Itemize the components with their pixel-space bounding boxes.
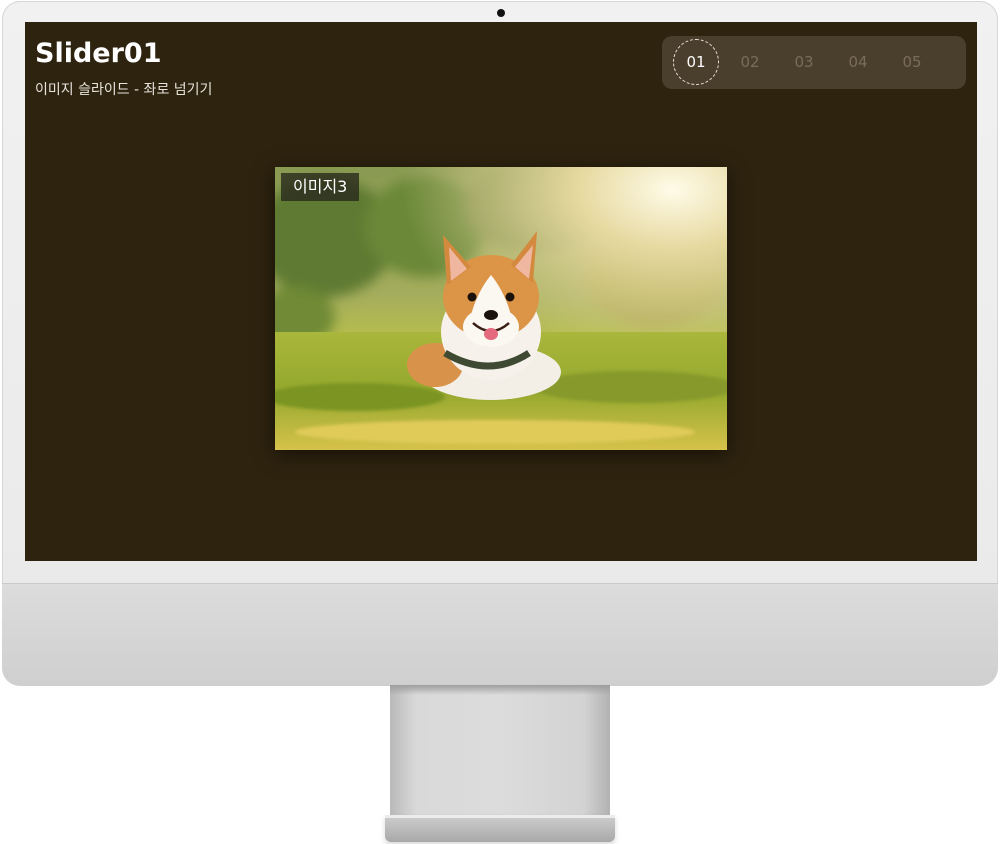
slide-label: 이미지3 [281,173,360,201]
monitor-stand [390,685,610,815]
monitor-foot [385,815,615,842]
page-button-03[interactable]: 03 [781,39,827,85]
camera-icon [497,9,505,17]
page-subtitle: 이미지 슬라이드 - 좌로 넘기기 [35,82,213,98]
monitor-chin [2,583,998,686]
page-button-02[interactable]: 02 [727,39,773,85]
page-button-05[interactable]: 05 [889,39,935,85]
slider-pagination: 01 02 03 04 05 [662,36,966,89]
page-button-01[interactable]: 01 [673,39,719,85]
monitor-frame: Slider01 이미지 슬라이드 - 좌로 넘기기 01 02 03 04 0… [2,1,998,686]
page-title: Slider01 [35,38,162,69]
slide-image: 이미지3 [275,167,727,450]
page-button-04[interactable]: 04 [835,39,881,85]
screen: Slider01 이미지 슬라이드 - 좌로 넘기기 01 02 03 04 0… [25,22,977,561]
corgi-photo [275,167,727,450]
